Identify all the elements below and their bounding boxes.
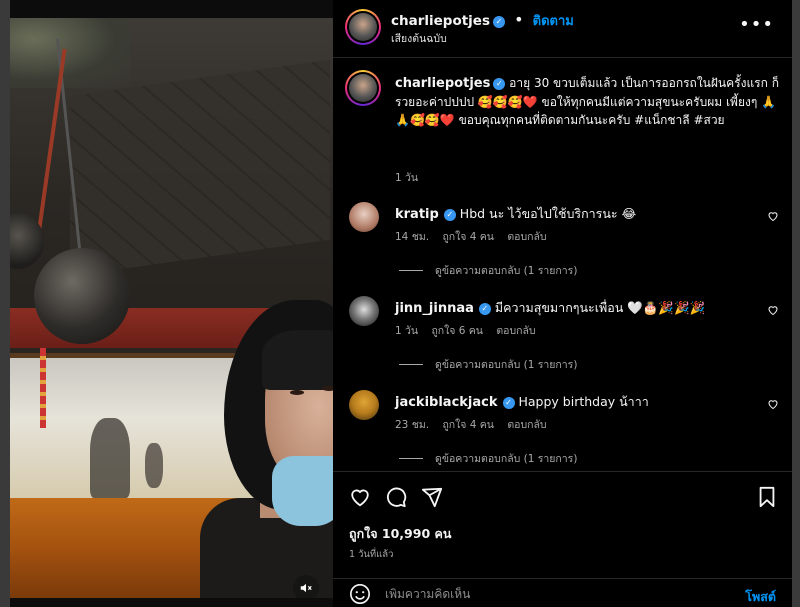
- author-avatar[interactable]: [345, 9, 381, 45]
- comment-meta: 14 ชม. ถูกใจ 4 คน ตอบกลับ: [395, 228, 557, 245]
- comment-time: 23 ชม.: [395, 419, 430, 431]
- comment-text: มีความสุขมากๆนะเพื่อน 🤍🎂🎉🎉🎉: [494, 300, 706, 315]
- more-options-icon[interactable]: •••: [739, 14, 774, 35]
- view-replies-button[interactable]: ดูข้อความตอบกลับ (1 รายการ): [399, 262, 577, 279]
- caption-avatar[interactable]: [345, 70, 381, 106]
- comment-time: 14 ชม.: [395, 231, 430, 243]
- author-username[interactable]: charliepotjes: [391, 13, 490, 29]
- comment-like-heart-icon[interactable]: [767, 210, 779, 222]
- video-scene-figurine: [145, 443, 163, 488]
- backdrop-left: [0, 0, 10, 607]
- comment-likes[interactable]: ถูกใจ 4 คน: [442, 419, 494, 431]
- comment-body: kratip ✓ Hbd นะ ไว้ขอไปใช้บริการนะ 😂: [395, 204, 636, 224]
- comment-item: jinn_jinnaa ✓ มีความสุขมากๆนะเพื่อน 🤍🎂🎉🎉🎉…: [349, 294, 779, 374]
- post-button[interactable]: โพสต์: [745, 587, 776, 607]
- share-icon[interactable]: [421, 486, 443, 508]
- verified-badge-icon: ✓: [493, 78, 506, 90]
- audio-label[interactable]: เสียงต้นฉบับ: [391, 30, 447, 47]
- likes-count[interactable]: ถูกใจ 10,990 คน: [349, 524, 451, 544]
- commenter-username[interactable]: jinn_jinnaa: [395, 301, 474, 316]
- commenter-avatar[interactable]: [349, 296, 379, 326]
- comment-body: jinn_jinnaa ✓ มีความสุขมากๆนะเพื่อน 🤍🎂🎉🎉🎉: [395, 298, 705, 318]
- post-side-panel: charliepotjes ✓ • ติดตาม เสียงต้นฉบับ •••…: [333, 0, 792, 607]
- commenter-username[interactable]: kratip: [395, 207, 439, 222]
- comment-likes[interactable]: ถูกใจ 4 คน: [442, 231, 494, 243]
- author-line: charliepotjes ✓ • ติดตาม: [391, 10, 574, 31]
- comment-meta: 23 ชม. ถูกใจ 4 คน ตอบกลับ: [395, 416, 557, 433]
- reply-button[interactable]: ตอบกลับ: [507, 419, 546, 431]
- reply-button[interactable]: ตอบกลับ: [507, 231, 546, 243]
- comment-like-heart-icon[interactable]: [767, 304, 779, 316]
- posted-time: 1 วันที่แล้ว: [349, 549, 394, 560]
- verified-badge-icon: ✓: [443, 209, 456, 221]
- comment-text: Hbd นะ ไว้ขอไปใช้บริการนะ 😂: [459, 206, 637, 221]
- video-scene-tassel: [40, 348, 46, 428]
- comment-like-heart-icon[interactable]: [767, 398, 779, 410]
- video-scene-figurine: [90, 418, 130, 498]
- speaker-muted-icon: [300, 583, 312, 593]
- comment-meta: 1 วัน ถูกใจ 6 คน ตอบกลับ: [395, 322, 546, 339]
- video-scene-lamp: [34, 248, 130, 344]
- video-person-hat-brim: [262, 330, 333, 390]
- comment-likes[interactable]: ถูกใจ 6 คน: [431, 325, 483, 337]
- follow-button[interactable]: ติดตาม: [533, 14, 574, 29]
- caption-time: 1 วัน: [395, 172, 419, 184]
- post-video[interactable]: [10, 18, 333, 598]
- view-replies-button[interactable]: ดูข้อความตอบกลับ (1 รายการ): [399, 356, 577, 373]
- caption-text-block: charliepotjes ✓ อายุ 30 ขวบเต็มแล้ว เป็นก…: [395, 74, 780, 129]
- video-person-mask: [272, 456, 333, 526]
- comment-icon[interactable]: [385, 486, 407, 508]
- comment-body: jackiblackjack ✓ Happy birthday น้าาา: [395, 392, 649, 412]
- view-replies-button[interactable]: ดูข้อความตอบกลับ (1 รายการ): [399, 450, 577, 467]
- video-person-eye: [290, 390, 304, 395]
- comment-input[interactable]: [385, 587, 715, 601]
- post-actions: ถูกใจ 10,990 คน 1 วันที่แล้ว: [333, 471, 792, 581]
- verified-badge-icon: ✓: [493, 16, 506, 28]
- comment-item: jackiblackjack ✓ Happy birthday น้าาา 23 …: [349, 388, 779, 468]
- caption: charliepotjes ✓ อายุ 30 ขวบเต็มแล้ว เป็นก…: [345, 68, 780, 188]
- video-scene-light: [10, 18, 130, 88]
- comments-list[interactable]: charliepotjes ✓ อายุ 30 ขวบเต็มแล้ว เป็นก…: [333, 58, 792, 470]
- emoji-icon[interactable]: [349, 583, 371, 605]
- commenter-username[interactable]: jackiblackjack: [395, 395, 498, 410]
- comment-text: Happy birthday น้าาา: [518, 394, 649, 409]
- comment-time: 1 วัน: [395, 325, 419, 337]
- caption-username[interactable]: charliepotjes: [395, 76, 490, 91]
- separator-dot: •: [514, 10, 524, 29]
- verified-badge-icon: ✓: [502, 397, 515, 409]
- mute-button[interactable]: [293, 575, 319, 598]
- bookmark-icon[interactable]: [757, 486, 777, 508]
- commenter-avatar[interactable]: [349, 202, 379, 232]
- backdrop-right: [792, 0, 800, 607]
- verified-badge-icon: ✓: [478, 303, 491, 315]
- comment-item: kratip ✓ Hbd นะ ไว้ขอไปใช้บริการนะ 😂 14 ช…: [349, 200, 779, 280]
- post-header: charliepotjes ✓ • ติดตาม เสียงต้นฉบับ •••: [333, 0, 792, 58]
- comment-composer: โพสต์: [333, 578, 792, 607]
- reply-button[interactable]: ตอบกลับ: [496, 325, 535, 337]
- video-scene-panel: [70, 59, 330, 277]
- commenter-avatar[interactable]: [349, 390, 379, 420]
- video-person-eye: [322, 386, 333, 391]
- heart-icon[interactable]: [349, 486, 371, 508]
